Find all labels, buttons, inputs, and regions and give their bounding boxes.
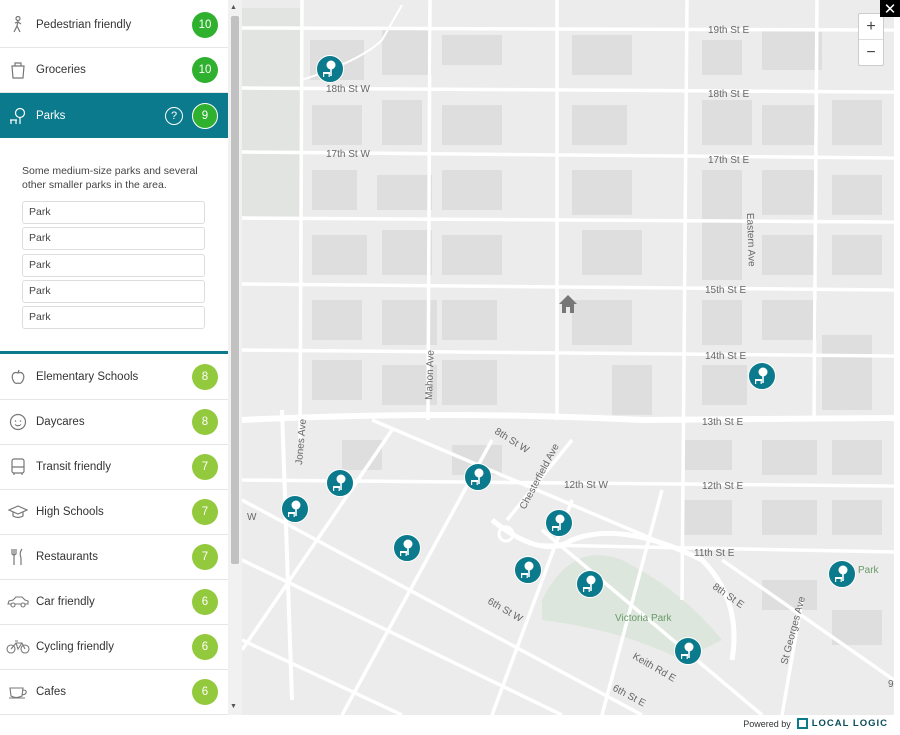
street-label: 17th St W [326,149,370,160]
brand-name: LOCAL LOGIC [811,718,888,729]
category-label: Restaurants [36,551,99,563]
street-label: Eastern Ave [744,213,757,268]
footer-bar: Powered by LOCAL LOGIC [0,715,900,735]
parks-description: Some medium-size parks and several other… [22,165,198,191]
category-label: Elementary Schools [36,371,139,383]
zoom-out-button[interactable]: − [859,40,883,66]
grocery-bag-icon [0,61,36,79]
bus-icon [0,458,36,476]
street-label: 14th St E [705,351,746,362]
sidebar-scrollbar[interactable]: ▲ ▼ [228,0,242,715]
category-row-groceries[interactable]: Groceries 10 [0,48,228,93]
score-badge: 9 [192,102,218,129]
car-icon [0,596,36,608]
scroll-down-icon[interactable]: ▼ [230,703,237,710]
category-row-car-friendly[interactable]: Car friendly 6 [0,580,228,625]
score-badge: 7 [192,499,218,525]
park-marker-icon[interactable] [748,362,776,390]
street-label: 18th St E [708,89,749,100]
park-marker-icon[interactable] [576,570,604,598]
street-label: 15th St E [705,285,746,296]
category-label: Groceries [36,64,86,76]
street-label: 11th St E [694,548,735,559]
park-list-item[interactable]: Park [22,227,205,250]
street-label: 18th St W [326,84,370,95]
zoom-in-button[interactable]: + [859,14,883,40]
park-marker-icon[interactable] [514,556,542,584]
category-label: Cafes [36,686,67,698]
street-label: 13th St E [702,417,743,428]
park-marker-icon[interactable] [828,560,856,588]
park-list-item[interactable]: Park [22,280,205,303]
park-list-item[interactable]: Park [22,201,205,224]
park-icon [0,107,36,125]
scrollbar-thumb[interactable] [231,16,239,564]
category-row-restaurants[interactable]: Restaurants 7 [0,535,228,580]
category-row-high-schools[interactable]: High Schools 7 [0,490,228,535]
apple-icon [0,369,36,385]
park-marker-icon[interactable] [281,495,309,523]
local-logic-logo-icon [796,718,808,729]
score-badge: 6 [192,679,218,705]
category-label: Pedestrian friendly [36,19,132,31]
street-label: 9 [888,679,894,690]
street-label: Mahon Ave [424,349,437,400]
category-row-pedestrian-friendly[interactable]: Pedestrian friendly 10 [0,3,228,48]
home-location-icon [558,294,578,319]
powered-by-attribution[interactable]: Powered by LOCAL LOGIC [743,718,888,729]
street-label: W [247,512,257,523]
street-label: 12th St W [564,480,608,491]
zoom-control: + − [858,13,884,66]
street-label: 12th St E [702,481,743,492]
park-list-item[interactable]: Park [22,254,205,277]
score-badge: 6 [192,589,218,615]
bicycle-icon [0,640,36,654]
graduation-cap-icon [0,504,36,520]
category-row-transit-friendly[interactable]: Transit friendly 7 [0,445,228,490]
category-label: Cycling friendly [36,641,114,653]
close-button[interactable]: ✕ [880,0,900,18]
category-label: High Schools [36,506,104,518]
powered-by-text: Powered by [743,718,791,729]
street-label: 19th St E [708,25,749,36]
score-badge: 10 [192,57,218,83]
score-badge: 7 [192,544,218,570]
park-list-item[interactable]: Park [22,306,205,329]
park-marker-icon[interactable] [674,637,702,665]
category-label: Daycares [36,416,85,428]
park-label: Park [858,565,880,576]
category-row-daycares[interactable]: Daycares 8 [0,400,228,445]
category-row-elementary-schools[interactable]: Elementary Schools 8 [0,355,228,400]
help-icon[interactable]: ? [165,106,183,125]
neighbourhood-map[interactable]: 19th St E 18th St E 17th St E 15th St E … [242,0,894,715]
score-badge: 8 [192,364,218,390]
fork-knife-icon [0,548,36,566]
score-badge: 8 [192,409,218,435]
street-label: 17th St E [708,155,749,166]
category-row-cafes[interactable]: Cafes 6 [0,670,228,715]
baby-icon [0,413,36,431]
park-label: Victoria Park [615,613,673,624]
category-label: Transit friendly [36,461,111,473]
park-marker-icon[interactable] [393,534,421,562]
score-badge: 10 [192,12,218,38]
score-badge: 6 [192,634,218,660]
scroll-up-icon[interactable]: ▲ [230,4,237,11]
category-label: Parks [36,109,66,122]
category-row-parks-active[interactable]: Parks ? 9 [0,93,228,138]
category-sidebar: Pedestrian friendly 10 Groceries 10 Park… [0,0,228,715]
category-row-cycling-friendly[interactable]: Cycling friendly 6 [0,625,228,670]
category-label: Car friendly [36,596,95,608]
park-marker-icon[interactable] [464,463,492,491]
pedestrian-icon [0,16,36,34]
park-marker-icon[interactable] [316,55,344,83]
coffee-cup-icon [0,685,36,699]
parks-details-panel: Some medium-size parks and several other… [0,138,228,354]
park-marker-icon[interactable] [326,469,354,497]
score-badge: 7 [192,454,218,480]
park-marker-icon[interactable] [545,509,573,537]
